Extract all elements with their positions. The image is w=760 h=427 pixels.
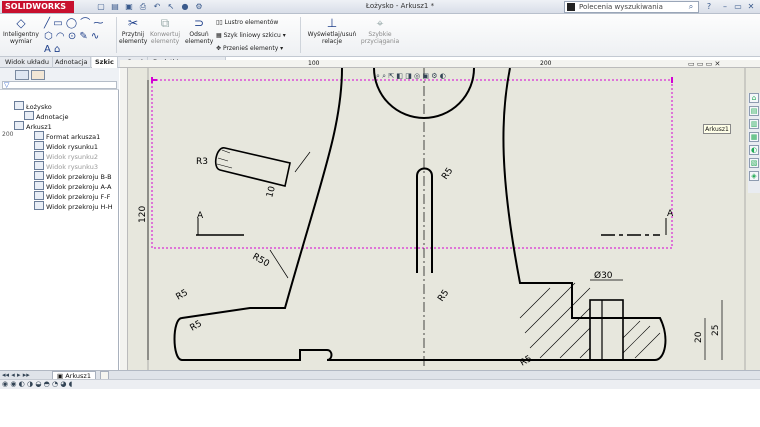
search-icon[interactable]: ⌕	[686, 2, 696, 12]
solidworks-logo[interactable]: SOLIDWORKS	[2, 1, 74, 13]
sketch-tools-grid[interactable]: ╱ ▭ ◯ ⌒ ⁓ ⬡ ◠ ⊙ ✎ ∿ A ⌂	[44, 17, 114, 56]
trim-button[interactable]: ✂ Przytnij elementy	[119, 16, 147, 45]
annotation-icon	[24, 111, 34, 120]
view-icon	[34, 141, 44, 150]
view-icon	[34, 171, 44, 180]
dim-r5-left: R5	[175, 288, 190, 303]
close-icon[interactable]: ✕	[746, 2, 756, 12]
separator	[300, 17, 301, 53]
counterbore	[589, 299, 624, 361]
save-icon[interactable]: ▣	[124, 2, 134, 12]
custom-properties-icon[interactable]: ▧	[749, 158, 759, 168]
document-title: Łożysko - Arkusz1 *	[365, 2, 435, 10]
restore-icon[interactable]: ▭	[733, 2, 743, 12]
resources-icon[interactable]: ⌂	[749, 93, 759, 103]
undo-icon[interactable]: ↶	[152, 2, 162, 12]
view-toolbar[interactable]: ⌕ ⌕ ⇱ ◧ ◨ ◎ ▣ ⚙ ◐	[376, 72, 506, 81]
title-bar: SOLIDWORKS ▢ ▤ ▣ ⎙ ↶ ↖ ● ⚙ Łożysko - Ark…	[0, 0, 760, 14]
view-icon	[34, 191, 44, 200]
command-search-icon	[567, 3, 575, 11]
feature-manager-header: ▽	[0, 68, 119, 90]
dim-20: 20	[694, 331, 704, 343]
dim-phi30: Ø30	[594, 270, 613, 281]
dim-10-line	[294, 151, 311, 173]
open-icon[interactable]: ▤	[110, 2, 120, 12]
view-palette-icon[interactable]: ▦	[749, 132, 759, 142]
convert-icon: ⧉	[160, 16, 170, 30]
tab-sketch[interactable]: Szkic	[92, 57, 118, 68]
select-icon[interactable]: ↖	[166, 2, 176, 12]
sheet-tab-bar: ◂◂ ◂ ▸ ▸▸ ▣ Arkusz1	[0, 370, 760, 380]
quick-snaps-button[interactable]: ⌖ Szybkie przyciągania	[360, 16, 400, 45]
view-icon	[34, 151, 44, 160]
options-icon[interactable]: ⚙	[194, 2, 204, 12]
section-boundary	[151, 79, 673, 249]
move-button[interactable]: ✥ Przenieś elementy ▾	[216, 44, 316, 53]
display-relations-button[interactable]: ⊥ Wyświetlaj/usuń relacje	[306, 16, 358, 45]
drawing-svg: R3 10 R5 A A 120 R50 R5 R5 R5 R5 Ø30 20 …	[138, 68, 746, 370]
status-bar: ◉ ◉ ◐ ◑ ◒ ◓ ◔ ◕ ◖	[0, 379, 760, 389]
rebuild-icon[interactable]: ●	[180, 2, 190, 12]
vertical-ruler	[120, 68, 128, 370]
tree-item[interactable]: Widok przekroju H-H	[34, 201, 113, 212]
bearing-outline	[173, 68, 667, 361]
command-manager: ◇ Inteligentny wymiar ╱ ▭ ◯ ⌒ ⁓ ⬡ ◠ ⊙ ✎ ∿…	[0, 14, 760, 57]
status-icons[interactable]: ◉ ◉ ◐ ◑ ◒ ◓ ◔ ◕ ◖	[2, 380, 72, 388]
dim-r50: R50	[251, 252, 272, 270]
appearances-icon[interactable]: ◐	[749, 145, 759, 155]
sheet-tooltip: Arkusz1	[703, 124, 731, 134]
slot-hatch	[216, 149, 233, 169]
slot-outline	[214, 147, 291, 187]
filter-icon: ▽	[4, 81, 10, 89]
leader-r50	[269, 249, 289, 279]
view-icon	[34, 181, 44, 190]
sheet-nav-arrows[interactable]: ◂◂ ◂ ▸ ▸▸	[2, 371, 30, 379]
pattern-button[interactable]: ▦ Szyk liniowy szkicu ▾	[216, 31, 316, 40]
solidworks-forum-icon[interactable]: ◈	[749, 171, 759, 181]
sheet-icon	[14, 121, 24, 130]
drawing-canvas[interactable]: R3 10 R5 A A 120 R50 R5 R5 R5 R5 Ø30 20 …	[120, 68, 760, 370]
trim-icon: ✂	[127, 16, 139, 30]
dim-120: 120	[138, 206, 148, 223]
section-label-left: A	[197, 211, 204, 221]
new-document-icon[interactable]: ▢	[96, 2, 106, 12]
vruler-label: 200	[2, 131, 14, 138]
help-icon[interactable]: ?	[704, 2, 714, 12]
rib	[416, 167, 433, 273]
view-icon	[34, 201, 44, 210]
file-explorer-icon[interactable]: ▥	[749, 119, 759, 129]
search-input[interactable]: Polecenia wyszukiwania	[564, 1, 699, 13]
offset-icon: ⊃	[193, 16, 205, 30]
minimize-icon[interactable]: –	[720, 2, 730, 12]
drawing-icon	[14, 101, 24, 110]
dim-r5-bottom: R5	[519, 354, 534, 369]
tab-annotation[interactable]: Adnotacja	[52, 57, 92, 68]
design-library-icon[interactable]: ▤	[749, 106, 759, 116]
dim-10: 10	[265, 185, 278, 199]
window-controls[interactable]: ▭ ▭ ▭ ✕	[688, 60, 760, 68]
dim-25: 25	[711, 325, 721, 336]
offset-button[interactable]: ⊃ Odsuń elementy	[185, 16, 213, 45]
property-tab-icon[interactable]	[31, 70, 45, 80]
mirror-button[interactable]: ▯▯ Lustro elementów	[216, 18, 316, 27]
convert-button[interactable]: ⧉ Konwertuj elementy	[148, 16, 182, 45]
filter-field[interactable]	[2, 81, 117, 89]
tab-layout[interactable]: Widok układu	[2, 57, 53, 68]
print-icon[interactable]: ⎙	[138, 2, 148, 12]
quick-snaps-icon: ⌖	[376, 16, 384, 30]
separator	[116, 17, 117, 53]
view-icon	[34, 131, 44, 140]
dim-r5-fillet: R5	[436, 288, 451, 304]
dim-r3: R3	[196, 157, 208, 167]
dim-r5-base: R5	[189, 319, 204, 334]
smart-dimension-icon: ◇	[16, 16, 26, 30]
horizontal-ruler: 100 200	[120, 60, 760, 68]
smart-dimension-button[interactable]: ◇ Inteligentny wymiar	[2, 16, 40, 45]
dim-r5-rib: R5	[440, 166, 455, 182]
task-pane: ⌂ ▤ ▥ ▦ ◐ ▧ ◈	[748, 93, 760, 193]
feature-tree-tab-icon[interactable]	[15, 70, 29, 80]
view-icon	[34, 161, 44, 170]
section-label-right: A	[667, 209, 674, 219]
relations-icon: ⊥	[326, 16, 338, 30]
